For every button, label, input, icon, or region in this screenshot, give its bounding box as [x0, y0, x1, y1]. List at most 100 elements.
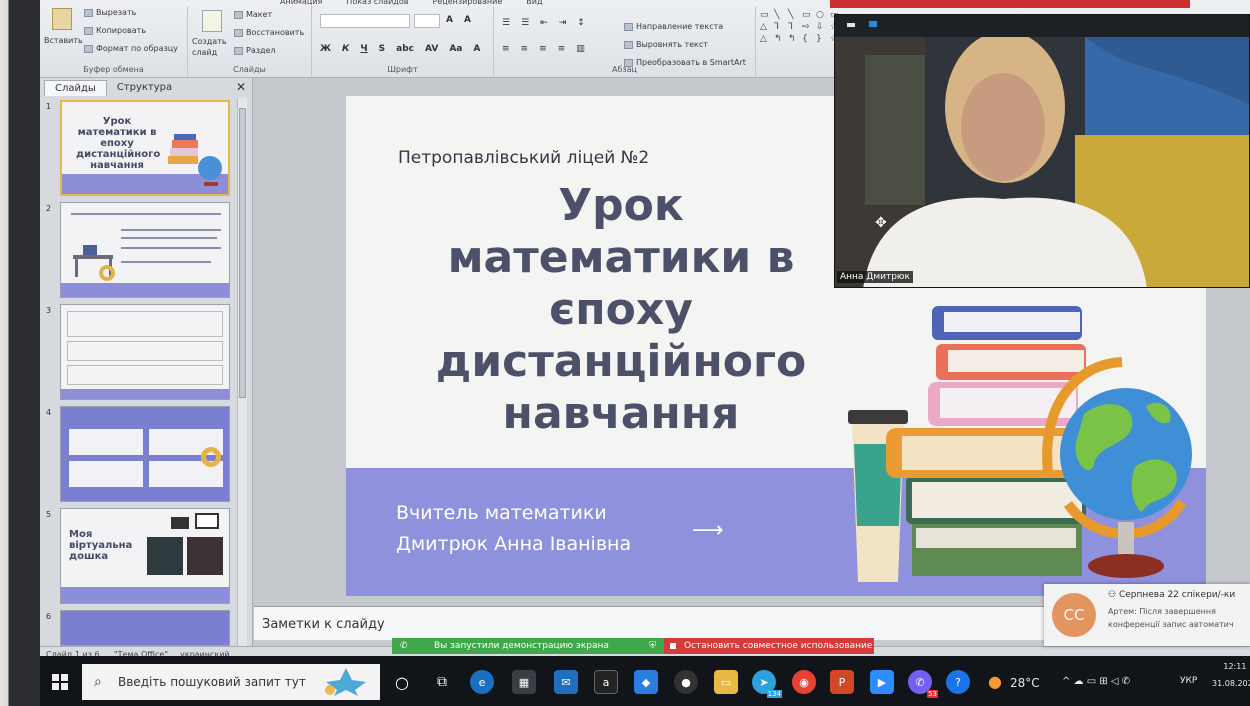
font-name-box[interactable] [320, 14, 410, 28]
photo-thumb [187, 537, 223, 575]
strike-icon[interactable]: abc [396, 44, 414, 54]
align-text-button[interactable]: Выровнять текст [624, 40, 708, 49]
copy-icon [84, 26, 93, 35]
text-direction-button[interactable]: Направление текста [624, 22, 723, 31]
bullets-icon[interactable]: ☰ [502, 18, 510, 28]
shrink-font-icon[interactable]: A [464, 15, 471, 25]
slide-thumbnail-3[interactable]: 3 [44, 304, 234, 400]
zoom-icon[interactable]: ▶ [870, 670, 894, 694]
outdent-icon[interactable]: ⇥ [559, 18, 567, 28]
align-right-icon[interactable]: ≡ [539, 44, 547, 54]
slide-thumbnail-4[interactable]: 4 [44, 406, 234, 502]
numbering-icon[interactable]: ☰ [521, 18, 529, 28]
powerpoint-icon[interactable]: P [830, 670, 854, 694]
windows-start-icon[interactable] [52, 674, 68, 690]
slides-scrollbar[interactable] [237, 98, 247, 646]
app-icon[interactable]: ? [946, 670, 970, 694]
indent-icon[interactable]: ⇤ [540, 18, 548, 28]
share-icon[interactable] [869, 21, 877, 27]
slide-thumbnail-1[interactable]: 1 Урок математики в епоху дистанційного … [44, 100, 234, 196]
mail-icon[interactable]: ✉ [554, 670, 578, 694]
copy-button[interactable]: Копировать [84, 26, 146, 35]
phone-icon: ✆ [400, 641, 408, 651]
close-icon[interactable]: ✕ [236, 80, 246, 94]
dropbox-icon[interactable]: ◆ [634, 670, 658, 694]
board-icon [195, 513, 219, 529]
books-globe-illustration [848, 306, 1192, 582]
format-painter-button[interactable]: Формат по образцу [84, 44, 178, 53]
github-icon[interactable]: ● [674, 670, 698, 694]
text-direction-icon [624, 22, 633, 31]
screen: Анимация Показ слайдов Рецензирование Ви… [0, 0, 1250, 706]
minimize-icon[interactable] [847, 23, 855, 27]
scissors-icon [84, 8, 93, 17]
slide-thumbnail-2[interactable]: 2 [44, 202, 234, 298]
layout-button[interactable]: Макет [234, 10, 272, 19]
avatar: СС [1052, 593, 1096, 637]
temperature[interactable]: 28°C [1010, 676, 1040, 690]
share-status: ✆ Вы запустили демонстрацию экрана ⛨ [392, 638, 664, 654]
cut-button[interactable]: Вырезать [84, 8, 136, 17]
photo-thumb [147, 537, 183, 575]
font-size-box[interactable] [414, 14, 440, 28]
chat-notification[interactable]: СС ⚇ Серпнева 22 спікери/-ки Артем: Післ… [1044, 584, 1250, 646]
paste-button[interactable]: Вставить [44, 36, 83, 45]
stop-icon [670, 643, 676, 649]
grow-font-icon[interactable]: A [446, 15, 453, 25]
brush-icon [84, 44, 93, 53]
edge-icon[interactable]: e [470, 670, 494, 694]
shadow-icon[interactable]: S [379, 44, 385, 54]
reset-button[interactable]: Восстановить [234, 28, 304, 37]
tray-icons[interactable]: ^ ☁ ▭ ⊞ ◁ ✆ [1062, 676, 1130, 687]
chrome-icon[interactable]: ◉ [792, 670, 816, 694]
notification-header: ⚇ Серпнева 22 спікери/-ки [1108, 590, 1236, 600]
reset-icon [234, 28, 243, 37]
taskbar-search[interactable]: ⌕ Введіть пошуковий запит тут [82, 664, 380, 700]
video-call-window[interactable]: ✥ Анна Дмитрюк [834, 14, 1250, 288]
new-slide-button[interactable]: Создать слайд [192, 36, 232, 58]
layout-icon [234, 10, 243, 19]
arrow-icon: ⟶ [692, 518, 724, 543]
italic-icon[interactable]: К [342, 44, 349, 54]
align-buttons: ≡ ≡ ≡ ≡ ▥ [502, 44, 585, 54]
amazon-icon[interactable]: a [594, 670, 618, 694]
slide-thumbnail-5[interactable]: 5 Моя віртуальна дошка [44, 508, 234, 604]
participant-name: Анна Дмитрюк [837, 271, 913, 283]
tab-outline[interactable]: Структура [107, 80, 182, 96]
desk-icon [73, 245, 115, 281]
task-view-icon[interactable]: ⧉ [430, 670, 454, 694]
clock[interactable]: 12:11 31.08.2022 [1212, 662, 1250, 688]
section-button[interactable]: Раздел [234, 46, 276, 55]
cortana-icon[interactable]: ○ [390, 670, 414, 694]
slide-title: Урок математики в єпоху дистанційного на… [435, 180, 807, 439]
store-icon[interactable]: ▦ [512, 670, 536, 694]
tab-slides[interactable]: Слайды [44, 80, 107, 96]
viber-icon[interactable]: ✆ 53 [908, 670, 938, 698]
slide-thumbnail-6[interactable]: 6 [44, 610, 234, 646]
font-size-controls: AA [446, 15, 471, 25]
thumb-title: Урок математики в епоху дистанційного на… [76, 116, 161, 171]
bold-icon[interactable]: Ж [320, 44, 331, 54]
font-color-icon[interactable]: A [473, 44, 480, 54]
columns-icon[interactable]: ▥ [576, 44, 585, 54]
shapes-gallery[interactable]: ▭╲╲▭○▭ △⅂⅂⇨⇩☆ △↰↰{}☆ [760, 10, 839, 44]
taskbar: ⌕ Введіть пошуковий запит тут ○ ⧉ e ▦ ✉ … [40, 656, 1250, 706]
align-center-icon[interactable]: ≡ [521, 44, 529, 54]
slides-group: Создать слайд Макет Восстановить Раздел … [188, 6, 312, 76]
spacing-icon[interactable]: AV [425, 44, 438, 54]
window-accent-strip [830, 0, 1190, 8]
stop-sharing-button[interactable]: Остановить совместное использование [664, 638, 874, 654]
align-left-icon[interactable]: ≡ [502, 44, 510, 54]
format-buttons: Ж К Ч Sabc AV Aa A [320, 44, 480, 54]
folder-icon[interactable]: ▭ [714, 670, 738, 694]
case-icon[interactable]: Aa [449, 44, 462, 54]
input-language[interactable]: УКР [1180, 676, 1197, 686]
shield-icon: ⛨ [649, 641, 656, 651]
underline-icon[interactable]: Ч [360, 44, 367, 54]
teacher-info: Вчитель математики Дмитрюк Анна Іванівна [396, 502, 632, 555]
new-slide-icon[interactable] [202, 10, 222, 32]
telegram-icon[interactable]: ➤ 134 [752, 670, 782, 698]
line-spacing-icon[interactable]: ↕ [577, 18, 585, 28]
justify-icon[interactable]: ≡ [558, 44, 566, 54]
paste-icon[interactable] [52, 8, 72, 30]
